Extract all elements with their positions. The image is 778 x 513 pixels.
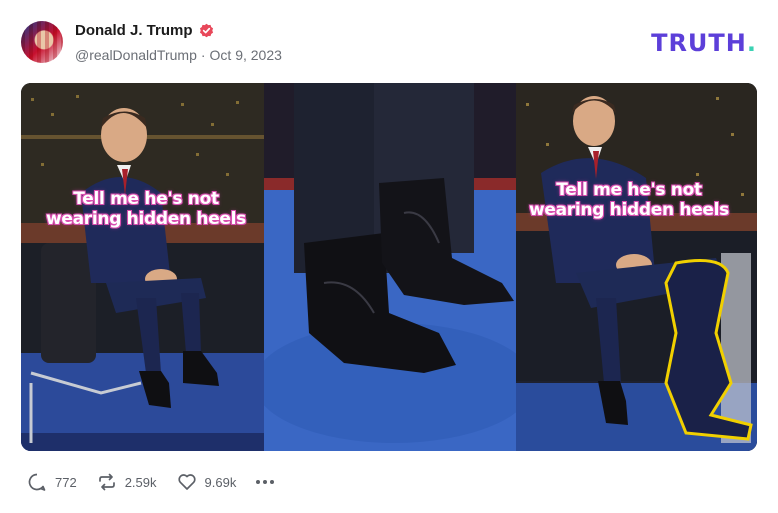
post-date[interactable]: Oct 9, 2023: [210, 47, 282, 63]
image-panel-left-art: [21, 83, 264, 451]
post-image[interactable]: Tell me he's not wearing hidden heels Te…: [21, 83, 757, 451]
reply-icon: [28, 473, 46, 491]
truth-logo[interactable]: TRUTH.: [651, 29, 757, 57]
more-icon-dot: [263, 480, 268, 484]
like-button[interactable]: 9.69k: [177, 472, 237, 492]
image-panel-middle-art: [264, 83, 516, 451]
reply-count: 772: [55, 474, 77, 490]
avatar[interactable]: [21, 21, 63, 63]
meta-separator: ·: [200, 47, 206, 63]
retruth-button[interactable]: 2.59k: [97, 472, 157, 492]
author-row: Donald J. Trump: [75, 22, 214, 39]
image-panel-left: Tell me he's not wearing hidden heels: [21, 83, 264, 451]
more-icon-dot: [270, 480, 275, 484]
post-meta: @realDonaldTrump · Oct 9, 2023: [75, 47, 282, 63]
logo-dot: .: [746, 29, 757, 57]
reply-button[interactable]: 772: [27, 472, 77, 492]
avatar-image: [21, 21, 63, 63]
post-actions: 772 2.59k 9.69k: [27, 472, 294, 492]
retruth-icon: [98, 473, 115, 491]
verified-badge-icon: [199, 23, 213, 38]
meme-caption-right: Tell me he's not wearing hidden heels: [528, 180, 730, 220]
retruth-count: 2.59k: [124, 474, 157, 490]
image-panel-right-art: [516, 83, 757, 451]
author-name[interactable]: Donald J. Trump: [75, 22, 193, 39]
more-icon: [256, 480, 261, 484]
logo-text: TRUTH: [651, 29, 747, 57]
image-panel-right: Tell me he's not wearing hidden heels: [516, 83, 757, 451]
image-panel-middle: [264, 83, 516, 451]
like-count: 9.69k: [204, 474, 237, 490]
like-icon: [177, 474, 196, 490]
more-options-button[interactable]: [256, 472, 275, 492]
meme-caption-left: Tell me he's not wearing hidden heels: [45, 189, 247, 229]
author-handle[interactable]: @realDonaldTrump: [75, 47, 197, 63]
